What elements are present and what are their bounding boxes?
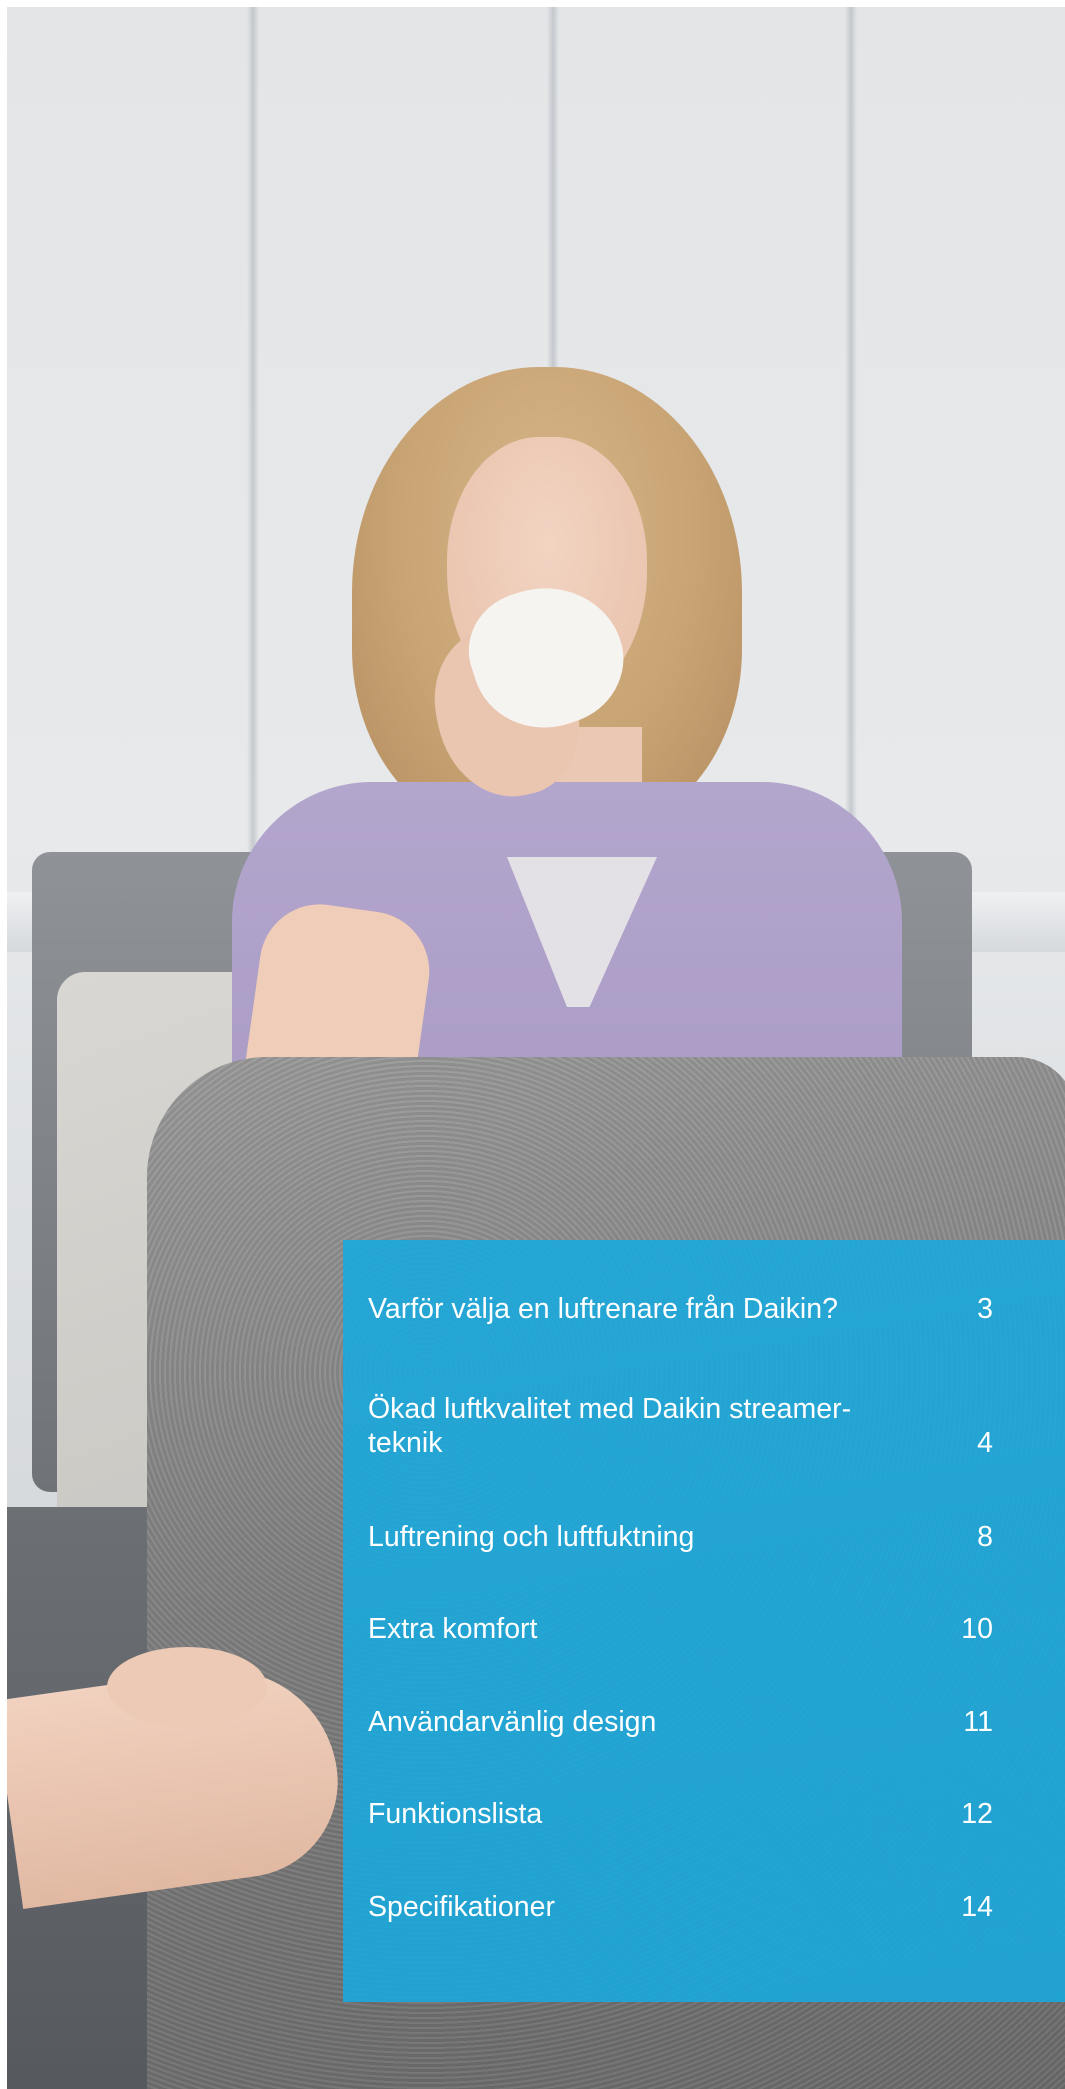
toc-item-page: 3 bbox=[977, 1293, 993, 1325]
toc-item-page: 4 bbox=[977, 1427, 993, 1459]
toc-item-comfort[interactable]: Extra komfort 10 bbox=[368, 1612, 993, 1646]
toc-item-label: Specifikationer bbox=[368, 1891, 555, 1923]
toc-item-label: Ökad luftkvalitet med Daikin streamer-te… bbox=[368, 1393, 852, 1459]
toc-item-page: 8 bbox=[977, 1521, 993, 1553]
toc-item-label: Luftrening och luftfuktning bbox=[368, 1521, 695, 1553]
toc-item-page: 10 bbox=[961, 1613, 993, 1645]
toc-item-specifications[interactable]: Specifikationer 14 bbox=[368, 1890, 993, 1924]
window-blind-seam bbox=[845, 7, 857, 907]
toc-item-why-daikin[interactable]: Varför välja en luftrenare från Daikin? … bbox=[368, 1292, 993, 1326]
toc-item-label: Användarvänlig design bbox=[368, 1706, 657, 1738]
toc-item-design[interactable]: Användarvänlig design 11 bbox=[368, 1705, 993, 1739]
toc-item-label: Funktionslista bbox=[368, 1798, 543, 1830]
woman-foot bbox=[107, 1647, 267, 1727]
window-blind-seam bbox=[247, 7, 259, 907]
toc-item-streamer[interactable]: Ökad luftkvalitet med Daikin streamer-te… bbox=[368, 1392, 993, 1460]
toc-item-page: 14 bbox=[961, 1891, 993, 1923]
toc-item-label: Extra komfort bbox=[368, 1613, 538, 1645]
toc-item-label: Varför välja en luftrenare från Daikin? bbox=[368, 1293, 838, 1325]
toc-item-page: 12 bbox=[961, 1798, 993, 1830]
table-of-contents: Varför välja en luftrenare från Daikin? … bbox=[343, 1240, 1065, 2002]
toc-item-purification[interactable]: Luftrening och luftfuktning 8 bbox=[368, 1520, 993, 1554]
toc-item-page: 11 bbox=[963, 1706, 993, 1738]
toc-item-functions[interactable]: Funktionslista 12 bbox=[368, 1797, 993, 1831]
